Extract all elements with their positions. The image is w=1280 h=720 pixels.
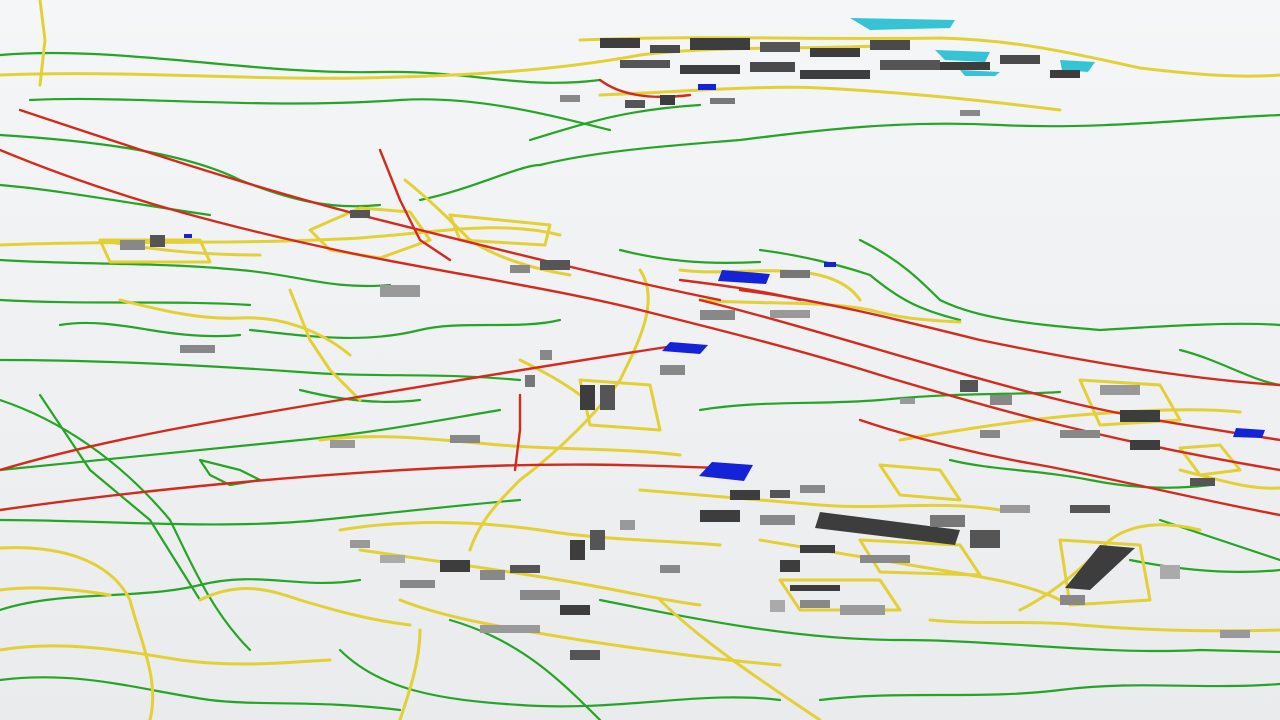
building [940, 62, 990, 70]
building [980, 430, 1000, 438]
building [760, 515, 795, 525]
building [680, 65, 740, 74]
building [520, 590, 560, 600]
building [480, 625, 540, 633]
building [930, 515, 965, 527]
building [330, 440, 355, 448]
building [1060, 430, 1100, 438]
building [970, 530, 1000, 548]
building [700, 510, 740, 522]
building [480, 570, 505, 580]
building [800, 545, 835, 553]
building [960, 110, 980, 116]
building [540, 350, 552, 360]
building [700, 310, 735, 320]
building [1100, 385, 1140, 395]
highlighted-building [184, 234, 192, 238]
building [660, 95, 675, 105]
building [1050, 70, 1080, 78]
building [400, 580, 435, 588]
building [580, 385, 595, 410]
building [1000, 55, 1040, 64]
building [770, 490, 790, 498]
building [560, 95, 580, 102]
building [840, 605, 885, 615]
highlighted-building [698, 84, 716, 90]
building [510, 565, 540, 573]
building [560, 605, 590, 615]
building [800, 600, 830, 608]
building [770, 600, 785, 612]
building [620, 520, 635, 530]
building [990, 395, 1012, 405]
building [880, 60, 940, 70]
building [150, 235, 165, 247]
building [690, 38, 750, 50]
building [1220, 630, 1250, 638]
building [380, 285, 420, 297]
building [1070, 505, 1110, 513]
building [600, 38, 640, 48]
building [450, 435, 480, 443]
building [1120, 410, 1160, 422]
building [860, 555, 910, 563]
highlighted-building [824, 262, 836, 267]
building [790, 585, 840, 591]
building [660, 365, 685, 375]
building [800, 70, 870, 79]
building [870, 40, 910, 50]
building [570, 650, 600, 660]
road-network-map [0, 0, 1280, 720]
building [350, 210, 370, 218]
building [380, 555, 405, 563]
building [1060, 595, 1085, 605]
building [660, 565, 680, 573]
building [810, 48, 860, 57]
building [600, 385, 615, 410]
building [780, 270, 810, 278]
building [780, 560, 800, 572]
building [440, 560, 470, 572]
building [1000, 505, 1030, 513]
building [510, 265, 530, 273]
building [750, 62, 795, 72]
building [730, 490, 760, 500]
map-scene [0, 0, 1280, 720]
building [1190, 478, 1215, 486]
building [540, 260, 570, 270]
building [590, 530, 605, 550]
building [760, 42, 800, 52]
building [960, 380, 978, 392]
building [650, 45, 680, 53]
building [800, 485, 825, 493]
building [350, 540, 370, 548]
building [1130, 440, 1160, 450]
building [120, 240, 145, 250]
building [620, 60, 670, 68]
building [180, 345, 215, 353]
building [770, 310, 810, 318]
building [570, 540, 585, 560]
building [900, 398, 915, 404]
building [525, 375, 535, 387]
building [710, 98, 735, 104]
building [625, 100, 645, 108]
building [1160, 565, 1180, 579]
